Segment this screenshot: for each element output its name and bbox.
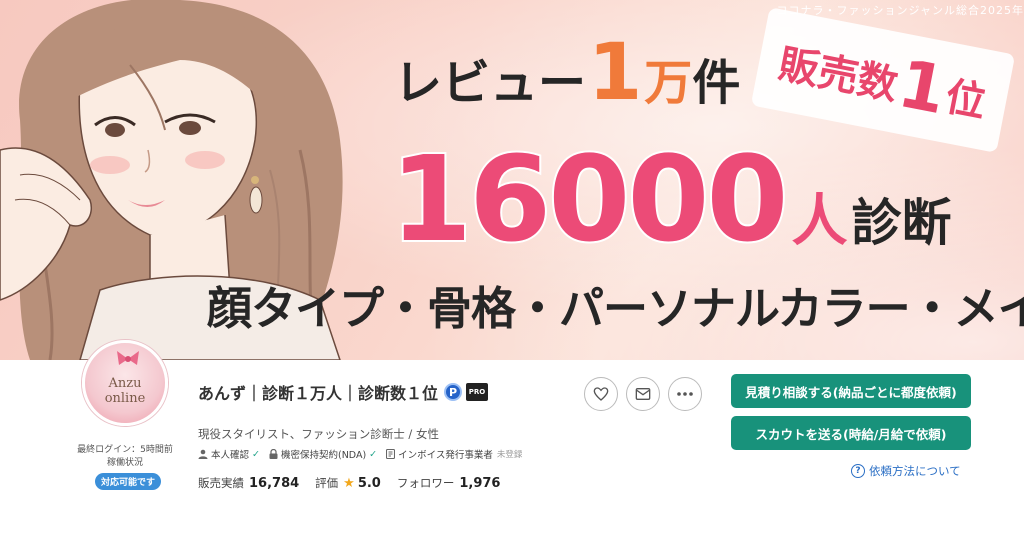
invoice-status: 未登録 <box>496 450 523 460</box>
rating-value: 5.0 <box>357 475 381 491</box>
more-button[interactable] <box>668 377 702 411</box>
badge-prefix: 販売数 <box>774 41 902 110</box>
send-scout-button[interactable]: スカウトを送る(時給/月給で依頼) <box>731 416 971 450</box>
question-icon: ? <box>851 464 865 478</box>
diagnosis-unit: 人 <box>791 189 848 254</box>
nda-check-icon: ✓ <box>369 448 378 460</box>
document-icon <box>386 449 396 459</box>
verification-row: 本人確認 ✓ 機密保持契約(NDA) ✓ インボイス発行事業者 未登録 <box>198 447 531 461</box>
identity-label: 本人確認 <box>211 450 250 461</box>
banner-services: 顔タイプ・骨格・パーソナルカラー・メイク <box>207 282 1024 335</box>
person-icon <box>198 449 208 459</box>
invoice-verification: インボイス発行事業者 未登録 <box>386 447 522 461</box>
favorite-button[interactable] <box>584 377 618 411</box>
banner-reviews-prefix: レビュー <box>394 55 587 111</box>
diagnosis-number: 16000 <box>388 130 791 268</box>
sales-label: 販売実績 <box>198 476 244 490</box>
heart-icon <box>593 387 609 401</box>
status-badge: 対応可能です <box>95 473 161 490</box>
mail-icon <box>635 388 651 400</box>
request-method-link[interactable]: ? 依頼方法について <box>851 463 961 479</box>
p-badge-icon: P <box>444 383 463 401</box>
nda-label: 機密保持契約(NDA) <box>280 450 367 461</box>
hero-banner: ココナラ・ファッションジャンル総合2025年 レビュー1万件 販売数 1 位 160… <box>0 0 1024 360</box>
login-info: 最終ログイン：5時間前 稼働状況 <box>60 444 190 470</box>
followers-value[interactable]: 1,976 <box>459 476 500 491</box>
profile-name: あんず｜診断１万人｜診断数１位 <box>198 384 439 403</box>
banner-reviews-unit: 万 <box>644 55 693 111</box>
estimate-consult-button[interactable]: 見積り相談する(納品ごとに都度依頼) <box>731 374 971 408</box>
badge-suffix: 位 <box>941 73 990 127</box>
rating-label: 評価 <box>315 476 339 490</box>
avatar-text-line1: Anzu <box>108 376 142 391</box>
nda-verification: 機密保持契約(NDA) ✓ <box>269 447 377 461</box>
banner-reviews-headline: レビュー1万件 <box>394 34 740 112</box>
lock-icon <box>269 449 278 459</box>
job-title: 現役スタイリスト、ファッション診断士 / 女性 <box>198 427 439 441</box>
banner-reviews-suffix: 件 <box>692 55 741 111</box>
banner-diagnosis-headline: 16000 人診断 <box>388 138 952 260</box>
avatar[interactable]: Anzu online <box>82 340 168 426</box>
stats-row: 販売実績 16,784 評価 ★ 5.0 フォロワー 1,976 <box>198 475 516 491</box>
request-method-label: 依頼方法について <box>869 464 961 478</box>
followers-label: フォロワー <box>396 476 455 490</box>
activity-status-label: 稼働状況 <box>106 458 143 468</box>
profile-name-row: あんず｜診断１万人｜診断数１位 P PRO <box>198 380 489 404</box>
star-icon: ★ <box>343 475 355 491</box>
message-button[interactable] <box>626 377 660 411</box>
diagnosis-suffix: 診断 <box>851 194 952 252</box>
ribbon-icon <box>117 351 139 365</box>
banner-reviews-number: 1 <box>588 28 643 118</box>
pro-badge: PRO <box>466 383 489 401</box>
identity-check-icon: ✓ <box>252 448 260 460</box>
sales-value: 16,784 <box>249 475 300 491</box>
avatar-text-line2: online <box>104 391 146 406</box>
banner-rank-badge: 販売数 1 位 <box>750 7 1016 153</box>
invoice-label: インボイス発行事業者 <box>398 450 493 461</box>
more-icon <box>677 392 693 396</box>
identity-verification: 本人確認 ✓ <box>198 447 260 461</box>
last-login: 最終ログイン：5時間前 <box>77 445 173 455</box>
